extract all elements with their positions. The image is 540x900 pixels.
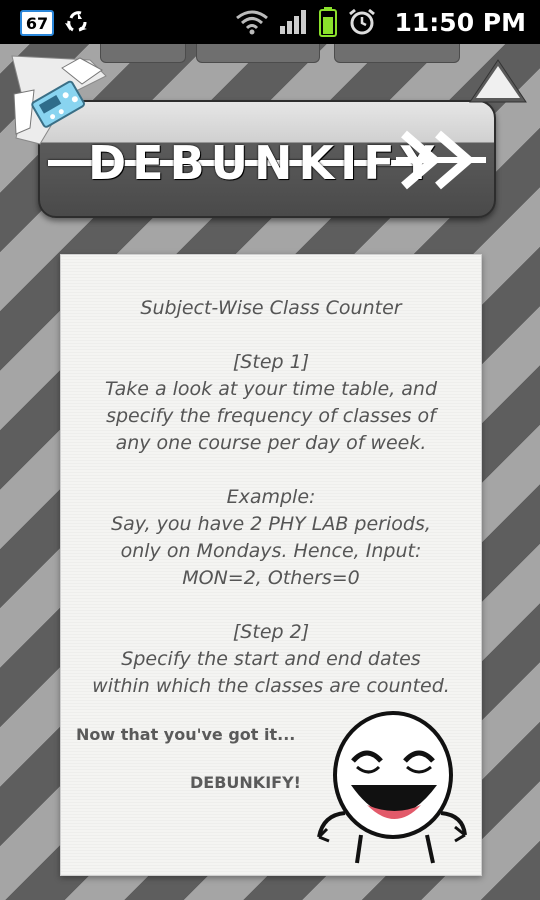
alarm-icon: [348, 8, 375, 35]
example-line: MON=2, Others=0: [182, 567, 360, 589]
step1-line: any one course per day of week.: [115, 432, 427, 454]
signal-icon: [279, 10, 306, 34]
example-heading: Example:: [226, 486, 316, 508]
laughing-meme-face-icon: [317, 711, 467, 864]
instructions-card: Subject-Wise Class Counter [Step 1] Take…: [60, 254, 482, 876]
step1-line: Take a look at your time table, and: [104, 378, 438, 400]
step2-line: Specify the start and end dates: [121, 648, 421, 670]
example-line: Say, you have 2 PHY LAB periods,: [111, 513, 431, 535]
app-title: DEBUNKIFY: [88, 136, 441, 190]
step1-heading: [Step 1]: [232, 351, 310, 373]
footer-line-1: Now that you've got it...: [76, 725, 296, 744]
top-tab-3[interactable]: [334, 44, 460, 63]
recycle-icon[interactable]: [62, 7, 92, 37]
step2-line: within which the classes are counted.: [92, 675, 450, 697]
footer-line-2: DEBUNKIFY!: [190, 773, 301, 792]
top-tab-1[interactable]: [100, 44, 186, 63]
top-tab-2[interactable]: [196, 44, 320, 63]
collapse-up-button[interactable]: [468, 56, 528, 106]
battery-icon: [318, 7, 337, 37]
wifi-icon: [235, 10, 268, 35]
step2-heading: [Step 2]: [232, 621, 310, 643]
double-chevron-icon: [396, 130, 486, 190]
status-bar: 67 11:50 PM: [0, 0, 540, 44]
step1-line: specify the frequency of classes of: [106, 405, 436, 427]
card-title: Subject-Wise Class Counter: [140, 297, 402, 319]
clock: 11:50 PM: [394, 7, 526, 37]
app-logo-icon[interactable]: [10, 54, 108, 152]
example-line: only on Mondays. Hence, Input:: [120, 540, 422, 562]
notification-badge[interactable]: 67: [20, 10, 54, 36]
